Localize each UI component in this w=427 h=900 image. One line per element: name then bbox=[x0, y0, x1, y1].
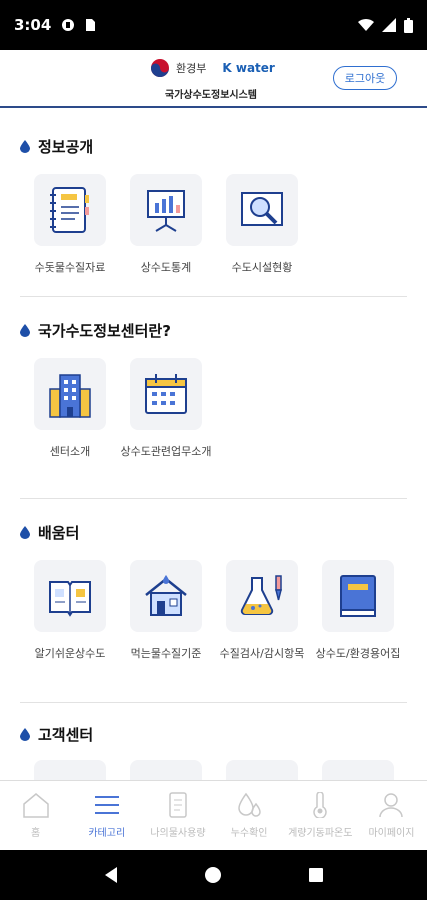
notification-icon bbox=[62, 19, 75, 31]
tile-related-work[interactable]: 상수도관련업무소개 bbox=[118, 358, 214, 460]
magnifier-icon bbox=[241, 192, 283, 226]
kwater-logo: K water bbox=[222, 61, 275, 75]
section-divider bbox=[20, 498, 407, 499]
calendar-icon bbox=[145, 374, 187, 414]
ministry-name: 환경부 bbox=[176, 62, 207, 75]
tile-glossary[interactable]: 상수도/환경용어집 bbox=[310, 560, 406, 662]
main-content[interactable]: 정보공개 수돗물수질자료 상수도통계 수도시설현황 국가수도정보센터란? 센터소… bbox=[0, 112, 427, 780]
tile-customer-4[interactable] bbox=[310, 760, 406, 780]
section-divider bbox=[20, 702, 407, 703]
status-time: 3:04 bbox=[14, 16, 52, 34]
bottom-tab-bar: 홈 카테고리 나의물사용량 누수확인 계량기동파온도 마이페이지 bbox=[0, 780, 427, 850]
user-icon bbox=[379, 793, 404, 818]
tab-my-page[interactable]: 마이페이지 bbox=[356, 781, 427, 850]
tab-home[interactable]: 홈 bbox=[0, 781, 71, 850]
water-drop-icon bbox=[20, 526, 30, 539]
menu-icon bbox=[94, 796, 119, 814]
logo-group: 환경부 K water bbox=[150, 58, 275, 78]
tab-water-usage[interactable]: 나의물사용량 bbox=[142, 781, 213, 850]
app-header: 환경부 K water 국가상수도정보시스템 로그아웃 bbox=[0, 50, 427, 108]
section-divider bbox=[20, 296, 407, 297]
tile-quality-inspection[interactable]: 수질검사/감시항목 bbox=[214, 560, 310, 662]
tile-facility-status[interactable]: 수도시설현황 bbox=[214, 174, 310, 276]
battery-icon bbox=[404, 17, 413, 33]
tile-drinking-standard[interactable]: 먹는물수질기준 bbox=[118, 560, 214, 662]
tile-center-intro[interactable]: 센터소개 bbox=[22, 358, 118, 460]
water-drop-icon bbox=[20, 728, 30, 741]
system-name: 국가상수도정보시스템 bbox=[165, 90, 257, 101]
status-bar: 3:04 bbox=[0, 0, 427, 50]
home-circle-icon[interactable] bbox=[204, 866, 222, 884]
signal-icon bbox=[382, 18, 396, 32]
tab-leak-check[interactable]: 누수확인 bbox=[214, 781, 285, 850]
section-title: 배움터 bbox=[20, 522, 79, 543]
tile-customer-3[interactable] bbox=[214, 760, 310, 780]
water-drop-icon bbox=[238, 792, 261, 817]
home-icon bbox=[22, 793, 49, 818]
tile-customer-2[interactable] bbox=[118, 760, 214, 780]
notebook-icon bbox=[50, 187, 89, 233]
back-icon[interactable] bbox=[103, 866, 119, 884]
water-drop-icon bbox=[20, 324, 30, 337]
recents-icon[interactable] bbox=[308, 867, 324, 883]
ministry-emblem-icon bbox=[151, 59, 169, 77]
house-water-icon bbox=[145, 575, 187, 616]
tab-category[interactable]: 카테고리 bbox=[71, 781, 142, 850]
wifi-icon bbox=[358, 18, 374, 31]
sd-card-icon bbox=[86, 19, 96, 31]
book-icon bbox=[340, 575, 376, 617]
section-title: 국가수도정보센터란? bbox=[20, 320, 171, 341]
logout-button[interactable]: 로그아웃 bbox=[333, 66, 397, 90]
system-nav-bar bbox=[0, 850, 427, 900]
section-title: 정보공개 bbox=[20, 136, 93, 157]
tile-customer-1[interactable] bbox=[22, 760, 118, 780]
tab-meter-temperature[interactable]: 계량기동파온도 bbox=[285, 781, 356, 850]
document-icon bbox=[169, 792, 187, 818]
open-book-icon bbox=[49, 581, 91, 617]
section-title: 고객센터 bbox=[20, 724, 93, 745]
building-icon bbox=[49, 374, 91, 418]
tile-water-quality-data[interactable]: 수돗물수질자료 bbox=[22, 174, 118, 276]
tile-water-statistics[interactable]: 상수도통계 bbox=[118, 174, 214, 276]
flask-icon bbox=[240, 575, 282, 615]
tile-easy-water[interactable]: 알기쉬운상수도 bbox=[22, 560, 118, 662]
presentation-chart-icon bbox=[147, 190, 185, 232]
water-drop-icon bbox=[20, 140, 30, 153]
thermometer-icon bbox=[313, 792, 327, 818]
